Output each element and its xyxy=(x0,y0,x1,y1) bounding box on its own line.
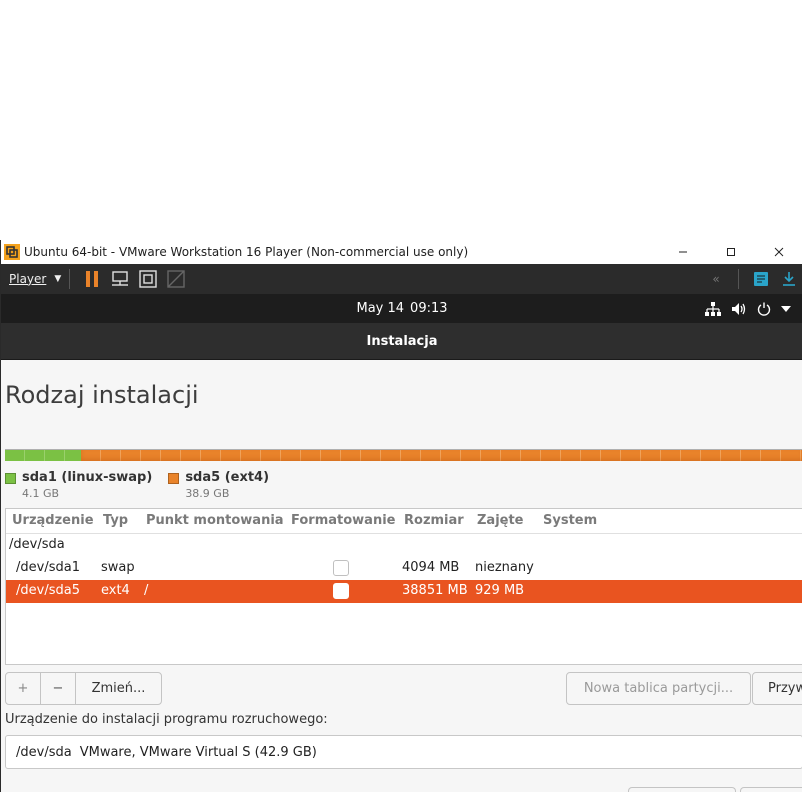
column-header-type[interactable]: Typ xyxy=(103,513,128,528)
row-used: 929 MB xyxy=(475,583,525,598)
installer-content: Rodzaj instalacji sda1 (linux-swap) 4.1 … xyxy=(1,360,802,792)
clock-time: 09:13 xyxy=(410,301,448,316)
gnome-topbar: May 14 09:13 xyxy=(1,294,802,323)
table-row[interactable]: /dev/sda xyxy=(6,534,802,557)
row-mount: / xyxy=(144,583,149,598)
column-header-format[interactable]: Formatowanie xyxy=(291,513,395,528)
installer-title: Instalacja xyxy=(366,333,438,349)
row-size: 38851 MB xyxy=(402,583,468,598)
format-checkbox[interactable] xyxy=(333,560,349,576)
legend-name-sda5: sda5 (ext4) xyxy=(185,470,270,485)
chevron-down-icon xyxy=(781,305,791,312)
legend-item-sda5: sda5 (ext4) 38.9 GB xyxy=(168,470,269,500)
row-device: /dev/sda xyxy=(9,537,65,552)
fullscreen-icon xyxy=(139,270,157,288)
legend-name-sda1: sda1 (linux-swap) xyxy=(22,470,153,485)
partition-bar-ext4 xyxy=(80,450,802,461)
double-chevron-left-icon: « xyxy=(712,272,720,286)
change-partition-button[interactable]: Zmień... xyxy=(76,673,161,704)
column-header-size[interactable]: Rozmiar xyxy=(404,513,464,528)
bootloader-device-description: VMware, VMware Virtual S (42.9 GB) xyxy=(79,744,317,760)
system-tray[interactable] xyxy=(705,294,791,323)
row-type: swap xyxy=(101,560,135,575)
unity-button xyxy=(162,264,190,294)
legend-swatch-sda1 xyxy=(5,473,16,484)
partition-bar-swap xyxy=(5,450,81,461)
fullscreen-button[interactable] xyxy=(134,264,162,294)
row-device: /dev/sda5 xyxy=(16,583,80,598)
bootloader-label: Urządzenie do instalacji programu rozruc… xyxy=(5,712,328,727)
window-titlebar[interactable]: Ubuntu 64-bit - VMware Workstation 16 Pl… xyxy=(1,240,802,264)
legend-swatch-sda5 xyxy=(168,473,180,484)
row-size: 4094 MB xyxy=(402,560,460,575)
toolbar-divider-right xyxy=(738,269,739,289)
toolbar-right: « xyxy=(702,264,802,294)
clock[interactable]: May 14 09:13 xyxy=(1,294,802,323)
table-row[interactable]: /dev/sda1 swap 4094 MB nieznany xyxy=(6,557,802,580)
bootloader-device: /dev/sda xyxy=(16,744,72,760)
bootloader-device-select[interactable]: /dev/sda VMware, VMware Virtual S (42.9 … xyxy=(5,735,802,769)
desktop-background xyxy=(0,0,802,240)
partition-table[interactable]: Urządzenie Typ Punkt montowania Formatow… xyxy=(5,508,802,665)
vmware-toolbar: Player ▼ « xyxy=(1,264,802,294)
legend-size-sda5: 38.9 GB xyxy=(185,487,230,500)
unity-icon xyxy=(167,270,185,288)
format-checkbox[interactable] xyxy=(333,583,349,599)
table-row-selected[interactable]: /dev/sda5 ext4 / 38851 MB 929 MB xyxy=(6,580,802,603)
send-ctrl-alt-del-button[interactable] xyxy=(106,264,134,294)
partition-legend: sda1 (linux-swap) 4.1 GB sda5 (ext4) 38.… xyxy=(5,470,285,500)
partition-action-buttons: + − Zmień... xyxy=(5,672,162,705)
download-icon xyxy=(783,272,795,286)
row-device: /dev/sda1 xyxy=(16,560,80,575)
pause-icon xyxy=(86,271,99,287)
volume-icon xyxy=(732,302,746,315)
close-icon xyxy=(774,247,784,257)
column-header-device[interactable]: Urządzenie xyxy=(12,513,94,528)
revert-button[interactable]: Przyw xyxy=(752,672,802,705)
maximize-icon xyxy=(727,248,735,256)
legend-item-sda1: sda1 (linux-swap) 4.1 GB xyxy=(5,470,152,500)
column-header-system[interactable]: System xyxy=(543,513,597,528)
continue-button[interactable] xyxy=(740,787,802,792)
pause-button[interactable] xyxy=(78,264,106,294)
note-icon xyxy=(754,272,768,286)
partition-bar xyxy=(5,449,802,461)
chevron-down-icon: ▼ xyxy=(54,274,62,284)
legend-size-sda1: 4.1 GB xyxy=(22,487,60,500)
vmware-window: Ubuntu 64-bit - VMware Workstation 16 Pl… xyxy=(0,240,802,792)
player-menu[interactable]: Player ▼ xyxy=(1,264,61,294)
toolbar-divider xyxy=(69,269,71,289)
minimize-button[interactable] xyxy=(659,240,707,264)
back-button[interactable] xyxy=(628,787,736,792)
table-header: Urządzenie Typ Punkt montowania Formatow… xyxy=(6,509,802,534)
player-menu-label: Player xyxy=(9,272,47,286)
page-title: Rodzaj instalacji xyxy=(5,381,199,409)
notes-button[interactable] xyxy=(747,264,775,294)
clock-date: May 14 xyxy=(356,301,405,316)
remove-partition-button[interactable]: − xyxy=(41,673,76,704)
close-button[interactable] xyxy=(755,240,802,264)
window-title: Ubuntu 64-bit - VMware Workstation 16 Pl… xyxy=(24,245,469,259)
download-button[interactable] xyxy=(775,264,802,294)
vmware-logo-icon xyxy=(4,244,20,260)
column-header-mount[interactable]: Punkt montowania xyxy=(146,513,284,528)
installer-headerbar: Instalacja xyxy=(1,323,802,360)
power-icon xyxy=(757,302,771,316)
new-partition-table-button[interactable]: Nowa tablica partycji... xyxy=(566,672,751,705)
maximize-button[interactable] xyxy=(707,240,755,264)
row-used: nieznany xyxy=(475,560,534,575)
row-type: ext4 xyxy=(101,583,130,598)
add-partition-button[interactable]: + xyxy=(6,673,41,704)
collapse-toolbar-button[interactable]: « xyxy=(702,264,730,294)
network-computer-icon xyxy=(112,271,129,286)
minimize-icon xyxy=(679,251,687,253)
column-header-used[interactable]: Zajęte xyxy=(477,513,524,528)
network-icon xyxy=(705,301,721,316)
